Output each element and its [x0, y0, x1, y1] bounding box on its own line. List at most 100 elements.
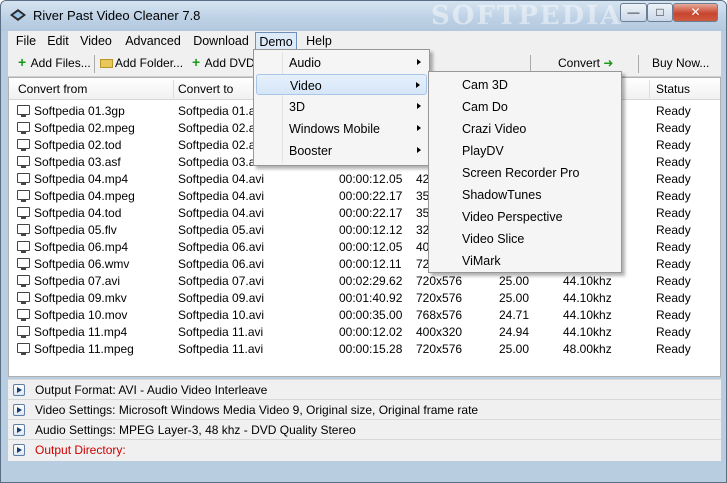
expand-icon[interactable] — [13, 384, 25, 396]
expand-icon[interactable] — [13, 444, 25, 456]
cell-from: Softpedia 02.tod — [34, 138, 122, 152]
convert-button[interactable]: Convert ➜ — [558, 56, 613, 72]
video-submenu-item[interactable]: Cam 3D — [431, 74, 619, 95]
table-row[interactable]: Softpedia 11.mp4 Softpedia 11.avi 00:00:12… — [9, 323, 720, 340]
table-row[interactable]: Softpedia 07.avi Softpedia 07.avi 00:02:29… — [9, 272, 720, 289]
menu-edit[interactable]: Edit — [44, 32, 72, 50]
add-files-button[interactable]: + Add Files... — [18, 54, 91, 72]
cell-from: Softpedia 04.mpeg — [34, 189, 135, 203]
menu-download[interactable]: Download — [191, 32, 251, 50]
cell-from: Softpedia 06.wmv — [34, 257, 130, 271]
cell-audio: 48.00khz — [563, 342, 612, 356]
demo-menu-item-3d[interactable]: 3D — [256, 96, 427, 117]
column-convert-to[interactable]: Convert to — [178, 82, 233, 96]
cell-from: Softpedia 11.mp4 — [34, 325, 128, 339]
monitor-icon — [17, 190, 30, 202]
monitor-icon — [17, 173, 30, 185]
cell-from: Softpedia 09.mkv — [34, 291, 127, 305]
cell-to: Softpedia 01.avi — [178, 104, 265, 118]
menu-file[interactable]: File — [14, 32, 38, 50]
cell-audio: 44.10khz — [563, 308, 612, 322]
audio-settings-panel[interactable]: Audio Settings: MPEG Layer-3, 48 khz - D… — [8, 419, 721, 439]
toolbar-separator — [638, 55, 639, 73]
status-bar — [1, 463, 726, 482]
maximize-button[interactable]: □ — [647, 3, 673, 22]
settings-panels: Output Format: AVI - Audio Video Interle… — [8, 379, 721, 461]
cell-status: Ready — [656, 274, 691, 288]
table-row[interactable]: Softpedia 10.mov Softpedia 10.avi 00:00:35… — [9, 306, 720, 323]
menu-item-label: Windows Mobile — [289, 122, 381, 136]
monitor-icon — [17, 275, 30, 287]
table-row[interactable]: Softpedia 09.mkv Softpedia 09.avi 00:01:40… — [9, 289, 720, 306]
app-logo-icon — [10, 9, 26, 21]
demo-dropdown-menu: Audio Video 3D Windows Mobile Booster — [253, 49, 430, 166]
column-convert-from[interactable]: Convert from — [18, 82, 87, 96]
monitor-icon — [17, 343, 30, 355]
video-submenu-item[interactable]: Screen Recorder Pro — [431, 162, 619, 183]
video-submenu-item[interactable]: PlayDV — [431, 140, 619, 161]
video-settings-panel[interactable]: Video Settings: Microsoft Windows Media … — [8, 399, 721, 419]
cell-status: Ready — [656, 308, 691, 322]
demo-menu-item-booster[interactable]: Booster — [256, 140, 427, 161]
video-submenu-item[interactable]: Video Slice — [431, 228, 619, 249]
monitor-icon — [17, 207, 30, 219]
menu-help[interactable]: Help — [304, 32, 334, 50]
video-submenu-item[interactable]: Cam Do — [431, 96, 619, 117]
menu-item-label: Cam 3D — [462, 78, 508, 92]
expand-icon[interactable] — [13, 424, 25, 436]
minimize-button[interactable]: — — [620, 3, 647, 22]
table-row[interactable]: Softpedia 11.mpeg Softpedia 11.avi 00:00:1… — [9, 340, 720, 357]
video-submenu: Cam 3D Cam Do Crazi Video PlayDV Screen … — [428, 71, 622, 273]
video-submenu-item[interactable]: Crazi Video — [431, 118, 619, 139]
convert-label: Convert — [558, 56, 601, 70]
cell-to: Softpedia 04.avi — [178, 172, 265, 186]
window-title: River Past Video Cleaner 7.8 — [33, 8, 201, 23]
arrow-right-icon: ➜ — [603, 56, 614, 70]
plus-icon: + — [18, 54, 27, 70]
demo-menu-item-video[interactable]: Video — [256, 74, 427, 95]
output-format-panel[interactable]: Output Format: AVI - Audio Video Interle… — [8, 379, 721, 399]
minimize-icon: — — [627, 5, 640, 19]
cell-from: Softpedia 11.mpeg — [34, 342, 134, 356]
demo-menu-item-windows-mobile[interactable]: Windows Mobile — [256, 118, 427, 139]
menu-item-label: 3D — [289, 100, 305, 114]
cell-to: Softpedia 05.avi — [178, 223, 265, 237]
cell-fps: 25.00 — [499, 291, 530, 305]
output-directory-panel[interactable]: Output Directory: — [8, 439, 721, 459]
add-dvd-button[interactable]: + Add DVD — [192, 55, 255, 72]
maximize-icon: □ — [656, 5, 664, 19]
video-submenu-item[interactable]: ViMark — [431, 250, 619, 271]
demo-menu-item-audio[interactable]: Audio — [256, 52, 427, 73]
cell-to: Softpedia 02.avi — [178, 138, 265, 152]
cell-to: Softpedia 07.avi — [178, 274, 265, 288]
menu-advanced[interactable]: Advanced — [123, 32, 183, 50]
menu-item-label: Video Perspective — [462, 210, 563, 224]
cell-from: Softpedia 04.mp4 — [34, 172, 129, 186]
column-status[interactable]: Status — [656, 82, 690, 96]
submenu-arrow-icon — [417, 103, 421, 109]
expand-icon[interactable] — [13, 404, 25, 416]
cell-duration: 00:01:40.92 — [339, 291, 403, 305]
menu-item-label: ShadowTunes — [462, 188, 542, 202]
close-button[interactable]: ✕ — [673, 3, 718, 22]
video-submenu-item[interactable]: ShadowTunes — [431, 184, 619, 205]
menu-item-label: Audio — [289, 56, 321, 70]
submenu-arrow-icon — [417, 147, 421, 153]
menu-item-label: Screen Recorder Pro — [462, 166, 580, 180]
submenu-arrow-icon — [417, 125, 421, 131]
video-submenu-item[interactable]: Video Perspective — [431, 206, 619, 227]
submenu-arrow-icon — [417, 59, 421, 65]
buy-now-button[interactable]: Buy Now... — [652, 56, 709, 72]
title-bar[interactable]: River Past Video Cleaner 7.8 SOFTPEDIA —… — [1, 1, 726, 31]
cell-status: Ready — [656, 223, 691, 237]
menu-video[interactable]: Video — [79, 32, 113, 50]
cell-duration: 00:00:15.28 — [339, 342, 403, 356]
menu-demo[interactable]: Demo — [255, 32, 297, 50]
cell-status: Ready — [656, 257, 691, 271]
cell-duration: 00:00:12.05 — [339, 240, 403, 254]
add-folder-button[interactable]: Add Folder... — [100, 56, 183, 72]
cell-status: Ready — [656, 325, 691, 339]
cell-status: Ready — [656, 342, 691, 356]
menu-item-label: Booster — [289, 144, 333, 158]
cell-from: Softpedia 02.mpeg — [34, 121, 135, 135]
